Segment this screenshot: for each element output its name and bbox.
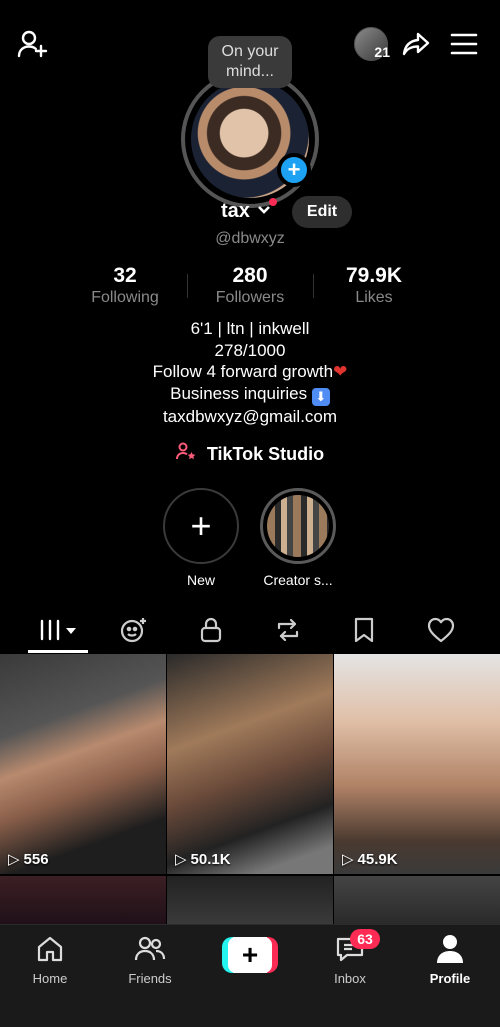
video-thumbnail[interactable] (0, 876, 166, 924)
create-video-button[interactable]: + (222, 937, 278, 973)
bio-line: Follow 4 forward growth❤ (0, 361, 500, 383)
highlight-new[interactable]: + New (156, 488, 246, 588)
stat-value: 280 (232, 264, 268, 287)
video-thumbnail[interactable]: ▷ 45.9K (334, 654, 500, 874)
stat-likes[interactable]: 79.9K Likes (314, 264, 434, 308)
video-thumbnail-image: ▷ 50.1K (167, 654, 333, 874)
bio-text: Follow 4 forward growth (152, 362, 334, 381)
stat-value: 79.9K (345, 264, 403, 287)
play-icon: ▷ (175, 851, 187, 868)
highlight-creator[interactable]: Creator s... (253, 488, 343, 588)
tab-videos[interactable] (28, 606, 88, 654)
profile-bio: 6'1 | ltn | inkwell 278/1000 Follow 4 fo… (0, 318, 500, 427)
bookmark-icon (354, 617, 374, 643)
username-row: tax (0, 197, 500, 229)
tiktok-studio-link[interactable]: TikTok Studio (0, 442, 500, 465)
bio-line: 278/1000 (214, 340, 286, 360)
view-count: ▷ 556 (8, 850, 49, 869)
down-arrow-emoji-icon: ⬇ (311, 387, 330, 406)
plus-icon: + (228, 937, 272, 973)
nav-home[interactable]: Home (10, 933, 90, 986)
heart-emoji-icon: ❤ (333, 362, 348, 381)
nav-label: Inbox (334, 971, 366, 986)
video-grid: ▷ 556 ▷ 50.1K ▷ 45.9K (0, 654, 500, 924)
active-tab-indicator (28, 650, 88, 653)
video-thumbnail[interactable] (334, 876, 500, 924)
menu-icon[interactable] (446, 26, 482, 62)
video-thumbnail[interactable] (167, 876, 333, 924)
stat-following[interactable]: 32 Following (65, 264, 185, 308)
profile-stats: 32 Following 280 Followers 79.9K Likes (0, 264, 500, 310)
friends-icon (110, 933, 190, 965)
on-your-mind-bubble[interactable]: On your mind... (208, 36, 292, 88)
stat-divider (187, 274, 188, 298)
bio-email[interactable]: taxdbwxyz@gmail.com (0, 406, 500, 428)
nav-label: Home (32, 971, 68, 986)
add-friend-icon[interactable] (14, 26, 50, 62)
video-thumbnail[interactable]: ▷ 556 (0, 654, 166, 874)
nav-label: Profile (429, 971, 471, 986)
bio-text: Business inquiries (170, 383, 308, 403)
highlight-cover-image (267, 495, 329, 557)
video-thumbnail-image (167, 876, 333, 924)
highlight-label: New (186, 572, 215, 588)
bio-line: Business inquiries ⬇ (0, 383, 500, 406)
studio-person-star-icon (175, 442, 201, 464)
play-icon: ▷ (8, 851, 20, 868)
notification-count: 21 (374, 44, 390, 60)
tab-private[interactable] (181, 606, 241, 654)
view-count: ▷ 50.1K (175, 850, 231, 869)
user-handle: @dbwxyz (215, 230, 285, 247)
play-icon: ▷ (342, 851, 354, 868)
home-icon (10, 933, 90, 965)
username[interactable]: tax (221, 200, 250, 223)
tab-liked[interactable] (411, 606, 471, 654)
plus-icon: + (163, 488, 239, 564)
highlight-label: Creator s... (263, 572, 333, 588)
repost-icon (277, 618, 299, 642)
bottom-nav: Home Friends + Inbox 63 Profile (0, 924, 500, 1027)
view-count: ▷ 45.9K (342, 850, 398, 869)
edit-profile-button[interactable]: Edit (292, 196, 352, 228)
video-thumbnail[interactable]: ▷ 50.1K (167, 654, 333, 874)
lock-icon (200, 617, 222, 643)
view-count-text: 556 (23, 850, 49, 868)
studio-link-label: TikTok Studio (206, 444, 325, 464)
video-thumbnail-image: ▷ 45.9K (334, 654, 500, 874)
video-thumbnail-image: ▷ 556 (0, 654, 166, 874)
add-story-plus-icon[interactable]: + (277, 153, 311, 187)
profile-icon (410, 933, 490, 965)
notification-dot (269, 198, 277, 206)
nav-friends[interactable]: Friends (110, 933, 190, 986)
highlight-cover (260, 488, 336, 564)
stat-label: Likes (355, 289, 393, 306)
bio-line: 6'1 | ltn | inkwell (190, 319, 310, 338)
profile-avatar-ring[interactable] (181, 70, 319, 208)
stat-followers[interactable]: 280 Followers (190, 264, 310, 308)
heart-icon (427, 617, 455, 643)
nav-label: Friends (128, 971, 172, 986)
tab-reposts-faces[interactable] (104, 606, 164, 654)
stat-label: Following (91, 289, 159, 306)
video-thumbnail-image (334, 876, 500, 924)
inbox-badge: 63 (350, 929, 380, 949)
tab-reposts[interactable] (258, 606, 318, 654)
share-icon[interactable] (398, 26, 434, 62)
stat-label: Followers (215, 289, 285, 306)
video-thumbnail-image (0, 876, 166, 924)
videos-grid-icon (40, 619, 76, 641)
story-highlights: + New Creator s... (0, 488, 500, 598)
tab-favorites[interactable] (334, 606, 394, 654)
view-count-text: 50.1K (190, 850, 231, 868)
nav-profile[interactable]: Profile (410, 933, 490, 986)
profile-tabs (0, 606, 500, 654)
reposts-face-icon (120, 618, 146, 643)
view-count-text: 45.9K (357, 850, 398, 868)
stat-value: 32 (113, 264, 137, 287)
